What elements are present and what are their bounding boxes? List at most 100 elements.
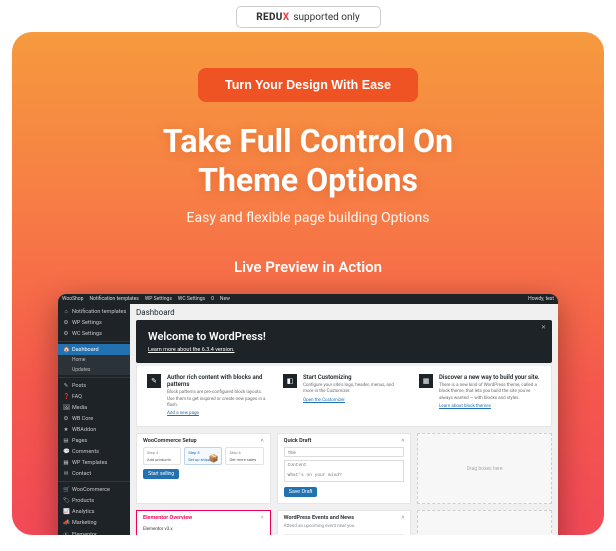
sidebar-subitem[interactable]: Updates (58, 365, 130, 375)
topbar-item[interactable]: New (220, 296, 230, 302)
sidebar-item-label: Posts (72, 383, 86, 389)
welcome-col-title: Discover a new way to build your site. (439, 374, 541, 381)
welcome-col-link[interactable]: Learn about block themes (439, 404, 491, 409)
setup-step[interactable]: Step 6Get more sales (225, 447, 263, 465)
sidebar-separator (58, 481, 130, 482)
sidebar-item-posts[interactable]: ✎Posts (58, 380, 130, 391)
sidebar-item-comments[interactable]: 💬Comments (58, 446, 130, 457)
sidebar-subitem[interactable]: Home (58, 355, 130, 365)
menu-icon: ❓ (63, 394, 69, 400)
welcome-col-title: Author rich content with blocks and patt… (167, 374, 269, 388)
menu-icon: 🛒 (63, 487, 69, 493)
welcome-column: ✎ Author rich content with blocks and pat… (147, 374, 269, 416)
page-title: Dashboard (136, 308, 552, 317)
welcome-col-link[interactable]: Open the Customizer (303, 398, 345, 403)
sidebar-item-pages[interactable]: ▤Pages (58, 435, 130, 446)
topbar-item[interactable]: 0 (211, 296, 214, 302)
sidebar-item-notification-templates[interactable]: ⌂Notification templates (58, 306, 130, 317)
hero-subtitle: Easy and flexible page building Options (12, 210, 604, 226)
sidebar-item-wbaddon[interactable]: ★WBAddon (58, 424, 130, 435)
menu-icon: 🖼 (63, 405, 69, 411)
chevron-up-icon[interactable]: ˄ (401, 438, 404, 444)
box-title: WooCommerce Setup (143, 438, 197, 444)
topbar-item[interactable]: WC Settings (178, 296, 205, 302)
sidebar-item-label: WP Settings (72, 320, 102, 326)
sidebar-item-label: WP Templates (72, 460, 107, 466)
hero-title-line2: Theme Options (12, 161, 604, 200)
welcome-version-link[interactable]: Learn more about the 6.3.4 version. (148, 347, 234, 353)
sidebar-item-wp-settings[interactable]: ⚙WP Settings (58, 317, 130, 328)
sidebar-item-label: Pages (72, 438, 87, 444)
redux-x: X (283, 12, 290, 23)
sidebar-item-label: WC Settings (72, 331, 102, 337)
sidebar-item-analytics[interactable]: 📈Analytics (58, 506, 130, 517)
welcome-col-icon: ▦ (419, 374, 433, 388)
sidebar-item-faq[interactable]: ❓FAQ (58, 391, 130, 402)
box-woo-setup: WooCommerce Setup˄ Step 4Add productsSte… (136, 433, 271, 504)
welcome-col-desc: Configure your site's logo, header, menu… (303, 383, 405, 396)
setup-step[interactable]: Step 4Add products (143, 447, 181, 465)
wp-main: Dashboard ✕ Welcome to WordPress! Learn … (130, 304, 558, 535)
drop-zone-1[interactable]: Drag boxes here (417, 433, 552, 504)
step-label: Add products (147, 457, 171, 462)
sidebar-item-products[interactable]: 🏷Products (58, 495, 130, 506)
menu-icon: 💬 (63, 449, 69, 455)
box-title: WordPress Events and News (284, 515, 354, 521)
save-draft-button[interactable]: Save Draft (284, 487, 318, 497)
sidebar-item-woocommerce[interactable]: 🛒WooCommerce (58, 484, 130, 495)
sidebar-separator (58, 377, 130, 378)
sidebar-item-media[interactable]: 🖼Media (58, 402, 130, 413)
topbar-item[interactable]: WP Settings (145, 296, 172, 302)
supported-pill: REDUX supported only (236, 6, 381, 28)
step-label: Get more sales (229, 457, 256, 462)
topbar-item[interactable]: WooShop (62, 296, 83, 302)
sidebar-item-label: Elementor (72, 532, 97, 536)
drop-zone-2[interactable]: Drag boxes here (417, 510, 552, 535)
wp-sidebar: ⌂Notification templates⚙WP Settings⚙WC S… (58, 304, 130, 535)
menu-icon: ⚙ (63, 320, 69, 326)
step-number: Step 5 (188, 450, 199, 455)
topbar-user[interactable]: Howdy, test (528, 296, 554, 302)
setup-steps: Step 4Add productsStep 5Set up shipping📦… (143, 447, 264, 465)
sidebar-item-wb-core[interactable]: ⚙WB Core (58, 413, 130, 424)
sidebar-item-label: Contact (72, 471, 91, 477)
sidebar-item-contact[interactable]: ✉Contact (58, 468, 130, 479)
setup-step[interactable]: Step 5Set up shipping📦 (184, 447, 222, 465)
draft-title-input[interactable] (284, 447, 405, 457)
chevron-up-icon[interactable]: ˄ (261, 438, 264, 444)
welcome-col-link[interactable]: Add a new page (167, 411, 199, 416)
box-events: WordPress Events and News ˄ Attend an upc… (277, 510, 412, 535)
topbar-item[interactable]: Notification templates (89, 296, 138, 302)
welcome-col-title: Start Customizing (303, 374, 405, 381)
chevron-up-icon[interactable]: ˄ (401, 515, 404, 521)
sidebar-item-marketing[interactable]: 📣Marketing (58, 517, 130, 528)
sidebar-item-dashboard[interactable]: 🏠Dashboard (58, 344, 130, 355)
sidebar-item-label: WB Core (72, 416, 93, 422)
draft-content-input[interactable] (284, 460, 405, 482)
sidebar-item-wc-settings[interactable]: ⚙WC Settings (58, 328, 130, 339)
sidebar-item-label: FAQ (72, 394, 82, 400)
menu-icon: ✉ (63, 471, 69, 477)
events-hint: Attend an upcoming event near you. (284, 524, 405, 531)
supported-text: supported only (293, 12, 359, 23)
sidebar-separator (58, 341, 130, 342)
badge-button[interactable]: Turn Your Design With Ease (198, 68, 418, 102)
event-row (284, 534, 405, 535)
welcome-col-icon: ✎ (147, 374, 161, 388)
sidebar-item-label: Media (72, 405, 87, 411)
wp-frame: WooShop Notification templates WP Settings… (58, 294, 558, 535)
redux-text: REDU (256, 12, 282, 23)
shipping-icon: 📦 (208, 454, 218, 463)
start-selling-button[interactable]: Start selling (143, 469, 179, 479)
menu-icon: 📈 (63, 509, 69, 515)
chevron-up-icon[interactable]: ˄ (261, 515, 264, 521)
sidebar-item-wp-templates[interactable]: ▦WP Templates (58, 457, 130, 468)
sidebar-item-elementor[interactable]: ⒺElementor (58, 528, 130, 535)
wp-topbar: WooShop Notification templates WP Settings… (58, 294, 558, 304)
box-title: Quick Draft (284, 438, 312, 444)
welcome-columns: ✎ Author rich content with blocks and pat… (136, 366, 552, 427)
elementor-row: Elementor v3.x (143, 524, 264, 535)
menu-icon: ⚙ (63, 416, 69, 422)
close-icon[interactable]: ✕ (541, 324, 546, 331)
menu-icon: ⌂ (63, 309, 69, 315)
